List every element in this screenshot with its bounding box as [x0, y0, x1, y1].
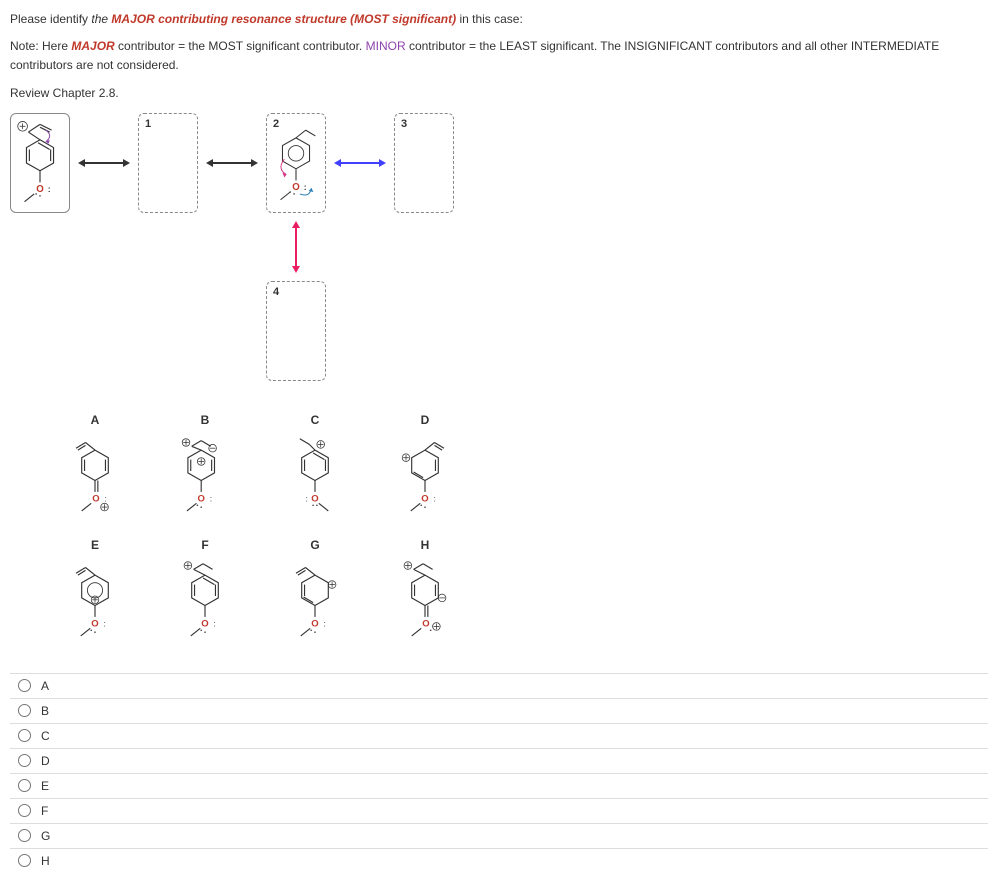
svg-text::: :: [306, 493, 308, 503]
placeholder-box-1: 1: [138, 113, 198, 213]
answer-option-G[interactable]: G: [10, 823, 988, 848]
svg-text:O: O: [311, 493, 318, 504]
svg-text::: :: [104, 618, 106, 628]
svg-text::: :: [434, 493, 436, 503]
molecule-E: O :: [65, 558, 125, 653]
molecule-B: O :: [175, 433, 235, 528]
major-word: MAJOR: [71, 39, 114, 53]
answer-label: D: [41, 754, 50, 768]
molecule-G: O :: [285, 558, 345, 653]
structure-H: H O: [390, 538, 460, 653]
radio-E[interactable]: [18, 779, 31, 792]
molecule-D: O :: [395, 433, 455, 528]
starting-structure-box: O :: [10, 113, 70, 213]
answer-option-F[interactable]: F: [10, 798, 988, 823]
answer-label: A: [41, 679, 49, 693]
svg-text::: :: [210, 493, 212, 503]
structures-row-1: A O : B: [60, 413, 988, 528]
box-number: 1: [145, 118, 151, 130]
radio-F[interactable]: [18, 804, 31, 817]
answer-label: G: [41, 829, 50, 843]
svg-text::: :: [48, 184, 51, 194]
structure-E: E O :: [60, 538, 130, 653]
double-arrow-icon: [206, 159, 258, 167]
structure-A: A O :: [60, 413, 130, 528]
double-arrow-blue-icon: [334, 159, 386, 167]
placeholder-box-3: 3: [394, 113, 454, 213]
svg-text:O: O: [421, 493, 428, 504]
answer-label: F: [41, 804, 48, 818]
radio-C[interactable]: [18, 729, 31, 742]
answer-structures-grid: A O : B: [10, 413, 988, 653]
structure-C: C O :: [280, 413, 350, 528]
box-number: 3: [401, 118, 407, 130]
answer-option-E[interactable]: E: [10, 773, 988, 798]
structure-D: D O :: [390, 413, 460, 528]
resonance-diagram: O : 1 2: [10, 113, 490, 393]
structures-row-2: E O : F: [60, 538, 988, 653]
placeholder-box-4: 4: [266, 281, 326, 381]
svg-text:O: O: [92, 493, 99, 504]
structure-label: F: [170, 538, 240, 552]
svg-text:O: O: [422, 618, 429, 629]
svg-text:O: O: [201, 618, 208, 629]
question-line-3: Review Chapter 2.8.: [10, 84, 988, 103]
text: contributor = the MOST significant contr…: [115, 39, 366, 53]
text: in this case:: [456, 12, 523, 26]
radio-B[interactable]: [18, 704, 31, 717]
svg-text:O: O: [91, 618, 98, 629]
answer-label: C: [41, 729, 50, 743]
major-word: MAJOR: [111, 12, 154, 26]
structure-label: C: [280, 413, 350, 427]
intermediate-box-2: 2 O :: [266, 113, 326, 213]
molecule-C: O :: [285, 433, 345, 528]
radio-H[interactable]: [18, 854, 31, 867]
box-number: 4: [273, 286, 279, 298]
answer-option-C[interactable]: C: [10, 723, 988, 748]
svg-text::: :: [324, 618, 326, 628]
structure-label: E: [60, 538, 130, 552]
structure-label: D: [390, 413, 460, 427]
structure-G: G O :: [280, 538, 350, 653]
svg-text::: :: [214, 618, 216, 628]
molecule-H: O: [395, 558, 455, 653]
structure-B: B O :: [170, 413, 240, 528]
radio-D[interactable]: [18, 754, 31, 767]
radio-A[interactable]: [18, 679, 31, 692]
question-line-1: Please identify the MAJOR contributing r…: [10, 10, 988, 29]
answer-option-B[interactable]: B: [10, 698, 988, 723]
minor-word: MINOR: [366, 39, 406, 53]
text: contributing resonance structure (MOST s…: [155, 12, 456, 26]
answer-label: H: [41, 854, 50, 868]
structure-label: B: [170, 413, 240, 427]
text: the: [91, 12, 111, 26]
answer-option-A[interactable]: A: [10, 673, 988, 698]
double-arrow-icon: [78, 159, 130, 167]
answer-label: B: [41, 704, 49, 718]
svg-text::: :: [304, 182, 307, 192]
molecule-intermediate: O :: [267, 114, 325, 212]
question-line-2: Note: Here MAJOR contributor = the MOST …: [10, 37, 988, 75]
answer-option-H[interactable]: H: [10, 848, 988, 873]
radio-G[interactable]: [18, 829, 31, 842]
molecule-A: O :: [65, 433, 125, 528]
svg-text::: :: [105, 493, 107, 503]
structure-label: H: [390, 538, 460, 552]
structure-label: G: [280, 538, 350, 552]
answer-option-D[interactable]: D: [10, 748, 988, 773]
svg-text:O: O: [292, 182, 300, 193]
answer-choices: A B C D E F G H: [10, 673, 988, 873]
text: Review Chapter 2.8.: [10, 86, 119, 100]
svg-text:O: O: [36, 184, 44, 195]
structure-label: A: [60, 413, 130, 427]
molecule-F: O :: [175, 558, 235, 653]
svg-text:O: O: [198, 493, 205, 504]
double-arrow-magenta-icon: [292, 221, 300, 273]
text: Note: Here: [10, 39, 71, 53]
text: Please identify: [10, 12, 91, 26]
answer-label: E: [41, 779, 49, 793]
structure-F: F O :: [170, 538, 240, 653]
svg-text:O: O: [311, 618, 318, 629]
molecule-start: O :: [11, 114, 69, 212]
